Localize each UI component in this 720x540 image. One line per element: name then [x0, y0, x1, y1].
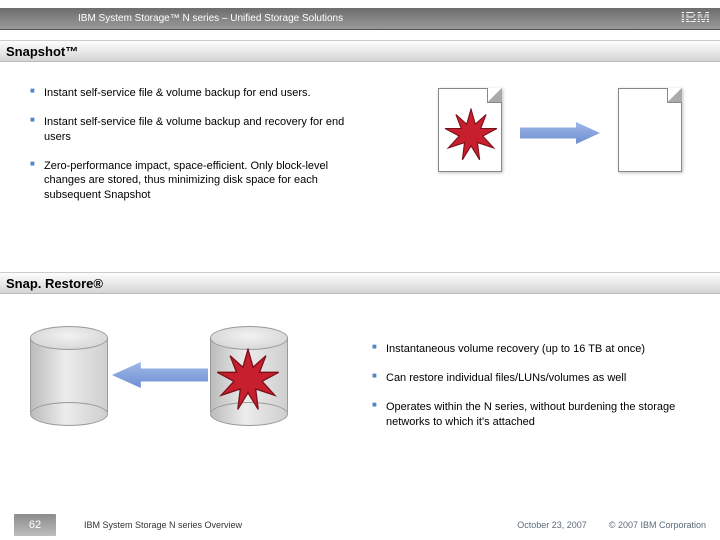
list-item: Operates within the N series, without bu…: [372, 400, 702, 430]
footer-copyright: © 2007 IBM Corporation: [609, 520, 706, 530]
list-item: Instantaneous volume recovery (up to 16 …: [372, 342, 702, 357]
starburst-icon: [444, 108, 498, 162]
list-item: Instant self-service file & volume backu…: [30, 86, 370, 101]
section-heading-snapshot: Snapshot™: [0, 40, 720, 62]
ibm-logo: IBM: [681, 10, 710, 28]
list-item: Zero-performance impact, space-efficient…: [30, 159, 370, 204]
snapshot-graphic: [432, 80, 692, 200]
snaprestore-graphic: [20, 308, 330, 458]
arrow-right-icon: [520, 122, 600, 144]
header-title: IBM System Storage™ N series – Unified S…: [78, 13, 343, 24]
cylinder-icon: [30, 326, 108, 424]
list-item: Instant self-service file & volume backu…: [30, 115, 370, 145]
starburst-icon: [216, 348, 280, 412]
snapshot-bullets: Instant self-service file & volume backu…: [30, 86, 370, 217]
snaprestore-heading-text: Snap. Restore®: [6, 276, 103, 291]
top-header-bar: IBM System Storage™ N series – Unified S…: [0, 8, 720, 30]
snapshot-heading-text: Snapshot™: [6, 44, 78, 59]
snaprestore-bullets: Instantaneous volume recovery (up to 16 …: [372, 342, 702, 443]
slide: IBM System Storage™ N series – Unified S…: [0, 0, 720, 540]
arrow-left-icon: [112, 362, 208, 388]
section-heading-snaprestore: Snap. Restore®: [0, 272, 720, 294]
footer-title: IBM System Storage N series Overview: [84, 520, 242, 530]
document-icon: [618, 88, 682, 172]
footer: 62 IBM System Storage N series Overview …: [0, 510, 720, 540]
list-item: Can restore individual files/LUNs/volume…: [372, 371, 702, 386]
footer-date: October 23, 2007: [517, 520, 587, 530]
page-number: 62: [14, 514, 56, 536]
